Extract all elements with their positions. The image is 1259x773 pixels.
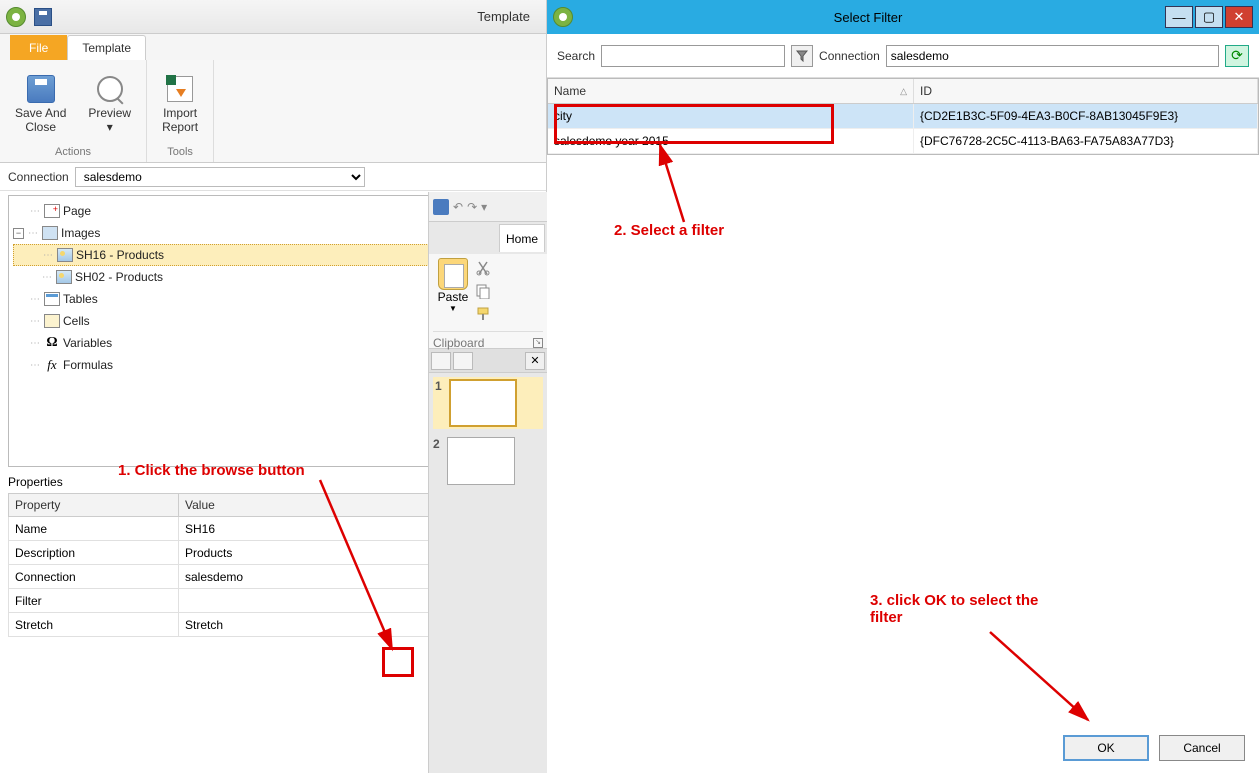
filter-grid: Name△ ID city {CD2E1B3C-5F09-4EA3-B0CF-8…	[547, 78, 1259, 155]
clipboard-icon	[438, 258, 468, 290]
connection-select[interactable]: salesdemo	[75, 167, 365, 187]
fx-icon: fx	[44, 358, 60, 372]
left-window-title: Template	[52, 9, 540, 24]
paste-button[interactable]: Paste ▼	[433, 258, 473, 313]
close-button[interactable]: ✕	[1225, 6, 1253, 28]
import-report-button[interactable]: Import Report	[155, 64, 205, 144]
connection-bar: Connection salesdemo	[0, 163, 546, 191]
paste-label: Paste	[438, 290, 469, 304]
qat-save-icon[interactable]	[34, 8, 52, 26]
slide-preview	[449, 379, 517, 427]
import-icon	[167, 76, 193, 102]
qat-more-icon[interactable]: ▾	[481, 200, 487, 214]
image-icon	[57, 248, 73, 262]
preview-panel: ↶ ↷ ▾ Home Paste ▼ Clipboard ↘ ✕ 1 2	[428, 192, 547, 773]
cut-icon[interactable]	[475, 260, 491, 276]
ribbon-group-actions-label: Actions	[8, 144, 138, 158]
grid-row-city[interactable]: city {CD2E1B3C-5F09-4EA3-B0CF-8AB13045F9…	[548, 104, 1258, 129]
ribbon-group-tools-label: Tools	[155, 144, 205, 158]
grid-row-salesdemo-2015[interactable]: salesdemo year 2015 {DFC76728-2C5C-4113-…	[548, 129, 1258, 154]
copy-icon[interactable]	[475, 283, 491, 299]
properties-title: Properties	[8, 475, 63, 489]
slide-preview	[447, 437, 515, 485]
format-painter-icon[interactable]	[475, 306, 491, 322]
image-icon	[56, 270, 72, 284]
save-icon	[27, 75, 55, 103]
page-icon	[44, 204, 60, 218]
search-label: Search	[557, 49, 595, 63]
col-property[interactable]: Property	[9, 494, 179, 517]
cells-icon	[44, 314, 60, 328]
collapse-icon[interactable]: −	[13, 228, 24, 239]
qat-save-icon[interactable]	[433, 199, 449, 215]
app-logo-icon	[553, 7, 573, 27]
clipboard-label: Clipboard	[433, 336, 484, 350]
slide-view-bar: ✕	[429, 349, 547, 373]
sort-asc-icon: △	[900, 86, 907, 97]
omega-icon: Ω	[44, 336, 60, 350]
connection-label: Connection	[8, 170, 69, 184]
preview-button[interactable]: Preview▾	[81, 64, 138, 144]
tab-file[interactable]: File	[10, 35, 67, 60]
app-logo-icon	[6, 7, 26, 27]
save-and-close-button[interactable]: Save And Close	[8, 64, 73, 144]
slide-thumb-1[interactable]: 1	[433, 377, 543, 429]
view-normal-icon[interactable]	[431, 352, 451, 370]
tab-template[interactable]: Template	[67, 35, 146, 60]
dlg-connection-input[interactable]	[886, 45, 1219, 67]
magnifier-icon	[97, 76, 123, 102]
dialog-titlebar[interactable]: Select Filter — ▢ ✕	[547, 0, 1259, 34]
slide-thumb-2[interactable]: 2	[433, 437, 543, 485]
qat-redo-icon[interactable]: ↷	[467, 200, 477, 214]
grid-col-name[interactable]: Name△	[548, 79, 914, 103]
dlg-connection-label: Connection	[819, 49, 880, 63]
cancel-button[interactable]: Cancel	[1159, 735, 1245, 761]
grid-col-id[interactable]: ID	[914, 79, 1258, 103]
import-label: Import Report	[162, 107, 198, 135]
ribbon-tabs: File Template	[0, 34, 546, 60]
maximize-button[interactable]: ▢	[1195, 6, 1223, 28]
table-icon	[44, 292, 60, 306]
group-launcher-icon[interactable]: ↘	[533, 338, 543, 348]
dialog-title: Select Filter	[573, 10, 1163, 25]
clipboard-group: Paste ▼ Clipboard ↘	[429, 254, 547, 349]
qat-undo-icon[interactable]: ↶	[453, 200, 463, 214]
refresh-button[interactable]: ⟳	[1225, 45, 1249, 67]
preview-label: Preview▾	[88, 107, 131, 135]
select-filter-dialog: Select Filter — ▢ ✕ Search Connection ⟳ …	[547, 0, 1259, 773]
search-input[interactable]	[601, 45, 785, 67]
images-folder-icon	[42, 226, 58, 240]
ribbon-body: Save And Close Preview▾ Actions Import R…	[0, 60, 546, 163]
save-close-label: Save And Close	[15, 107, 66, 135]
filter-icon-button[interactable]	[791, 45, 813, 67]
dialog-search-row: Search Connection ⟳	[547, 34, 1259, 78]
preview-qat: ↶ ↷ ▾	[429, 192, 547, 222]
dialog-footer: OK Cancel	[1063, 735, 1245, 761]
minimize-button[interactable]: —	[1165, 6, 1193, 28]
left-titlebar: Template	[0, 0, 546, 34]
view-outline-icon[interactable]	[453, 352, 473, 370]
ok-button[interactable]: OK	[1063, 735, 1149, 761]
pane-close-icon[interactable]: ✕	[525, 352, 545, 370]
tab-home[interactable]: Home	[499, 224, 545, 252]
